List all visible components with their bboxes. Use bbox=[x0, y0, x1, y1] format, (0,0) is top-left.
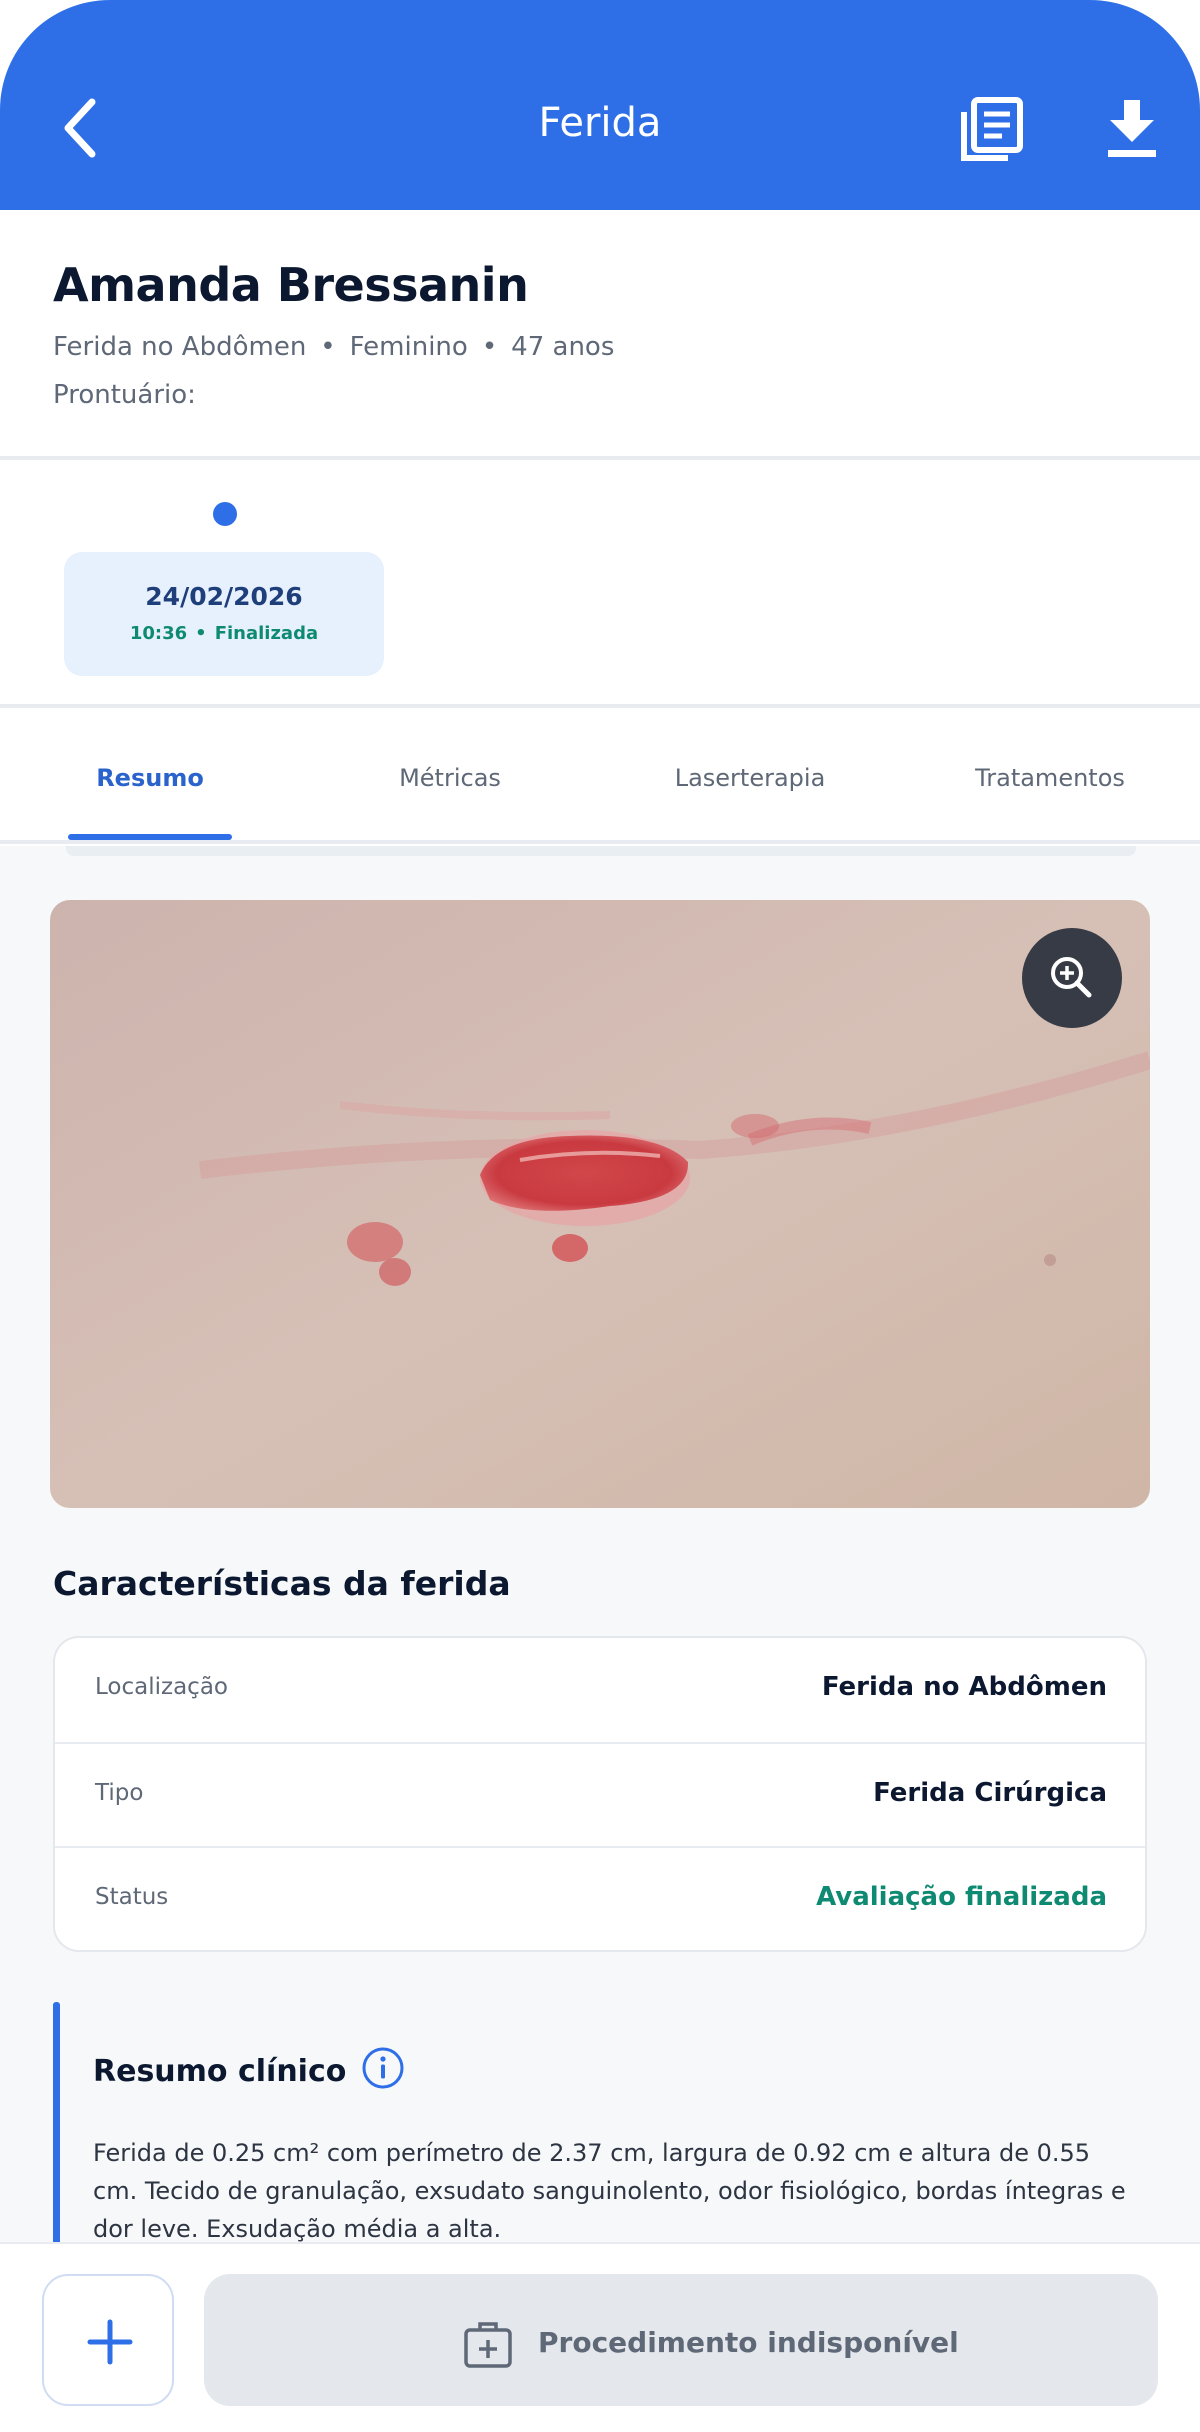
patient-age: 47 anos bbox=[511, 332, 615, 362]
wound-location: Ferida no Abdômen bbox=[53, 332, 307, 362]
zoom-in-icon bbox=[1051, 957, 1092, 998]
info-icon bbox=[362, 2047, 404, 2089]
assessment-meta: 10:36 • Finalizada bbox=[64, 623, 384, 644]
wound-image bbox=[50, 900, 1150, 1508]
characteristic-row: Tipo Ferida Cirúrgica bbox=[55, 1742, 1145, 1846]
record-label: Prontuário: bbox=[53, 380, 196, 410]
characteristics-title: Características da ferida bbox=[53, 1564, 511, 1603]
procedure-label: Procedimento indisponível bbox=[538, 2326, 959, 2359]
scroll-hint bbox=[66, 846, 1136, 856]
characteristic-label: Status bbox=[95, 1884, 169, 1910]
procedure-button[interactable]: Procedimento indisponível bbox=[204, 2274, 1158, 2406]
assessment-status: Finalizada bbox=[214, 623, 319, 644]
characteristics-card: Localização Ferida no Abdômen Tipo Ferid… bbox=[53, 1636, 1147, 1952]
zoom-button[interactable] bbox=[1022, 928, 1122, 1028]
assessment-timeline: 24/02/2026 10:36 • Finalizada bbox=[0, 462, 1200, 706]
characteristic-row: Localização Ferida no Abdômen bbox=[55, 1638, 1145, 1742]
bottom-action-bar: Procedimento indisponível bbox=[0, 2242, 1200, 2432]
download-icon bbox=[1108, 100, 1156, 157]
tab-metricas[interactable]: Métricas bbox=[368, 764, 532, 792]
plus-icon bbox=[87, 2319, 133, 2365]
patient-sex: Feminino bbox=[349, 332, 468, 362]
characteristic-label: Tipo bbox=[95, 1780, 144, 1806]
status-value: Avaliação finalizada bbox=[816, 1882, 1107, 1912]
assessment-date: 24/02/2026 bbox=[145, 582, 303, 611]
characteristic-row: Status Avaliação finalizada bbox=[55, 1846, 1145, 1950]
tab-tratamentos[interactable]: Tratamentos bbox=[960, 764, 1140, 792]
separator: • bbox=[481, 332, 498, 362]
summary-accent-bar bbox=[53, 2002, 60, 2262]
report-button[interactable] bbox=[958, 96, 1024, 162]
summary-content[interactable]: Características da ferida Localização Fe… bbox=[0, 846, 1200, 2262]
tab-laserterapia[interactable]: Laserterapia bbox=[650, 764, 850, 792]
add-button[interactable] bbox=[42, 2274, 174, 2406]
info-button[interactable] bbox=[361, 2046, 405, 2090]
characteristic-label: Localização bbox=[95, 1674, 228, 1700]
patient-info: Amanda Bressanin Ferida no Abdômen • Femin… bbox=[0, 210, 1200, 460]
clinical-summary-text: Ferida de 0.25 cm² com perímetro de 2.37… bbox=[93, 2139, 1126, 2243]
patient-name: Amanda Bressanin bbox=[53, 258, 529, 312]
document-list-icon bbox=[961, 97, 1023, 161]
medical-kit-icon bbox=[464, 2322, 512, 2368]
tab-bar: Resumo Métricas Laserterapia Tratamentos bbox=[0, 708, 1200, 846]
characteristic-value: Ferida Cirúrgica bbox=[873, 1778, 1107, 1808]
separator: • bbox=[195, 623, 207, 644]
assessment-time: 10:36 bbox=[129, 623, 188, 644]
wound-photo[interactable] bbox=[50, 900, 1150, 1508]
tab-resumo[interactable]: Resumo bbox=[68, 764, 232, 792]
tabs-divider bbox=[0, 840, 1200, 844]
assessment-card[interactable]: 24/02/2026 10:36 • Finalizada bbox=[64, 552, 384, 676]
divider bbox=[0, 456, 1200, 460]
app-header: Ferida bbox=[0, 0, 1200, 210]
separator: • bbox=[320, 332, 336, 362]
download-button[interactable] bbox=[1104, 98, 1160, 160]
patient-meta: Ferida no Abdômen • Feminino • 47 anos bbox=[53, 332, 614, 362]
timeline-dot bbox=[213, 502, 237, 526]
clinical-summary-title: Resumo clínico bbox=[93, 2054, 347, 2089]
characteristic-value: Ferida no Abdômen bbox=[821, 1672, 1107, 1702]
clinical-summary: Resumo clínico Ferida de 0.25 cm² com pe… bbox=[53, 2002, 1147, 2262]
